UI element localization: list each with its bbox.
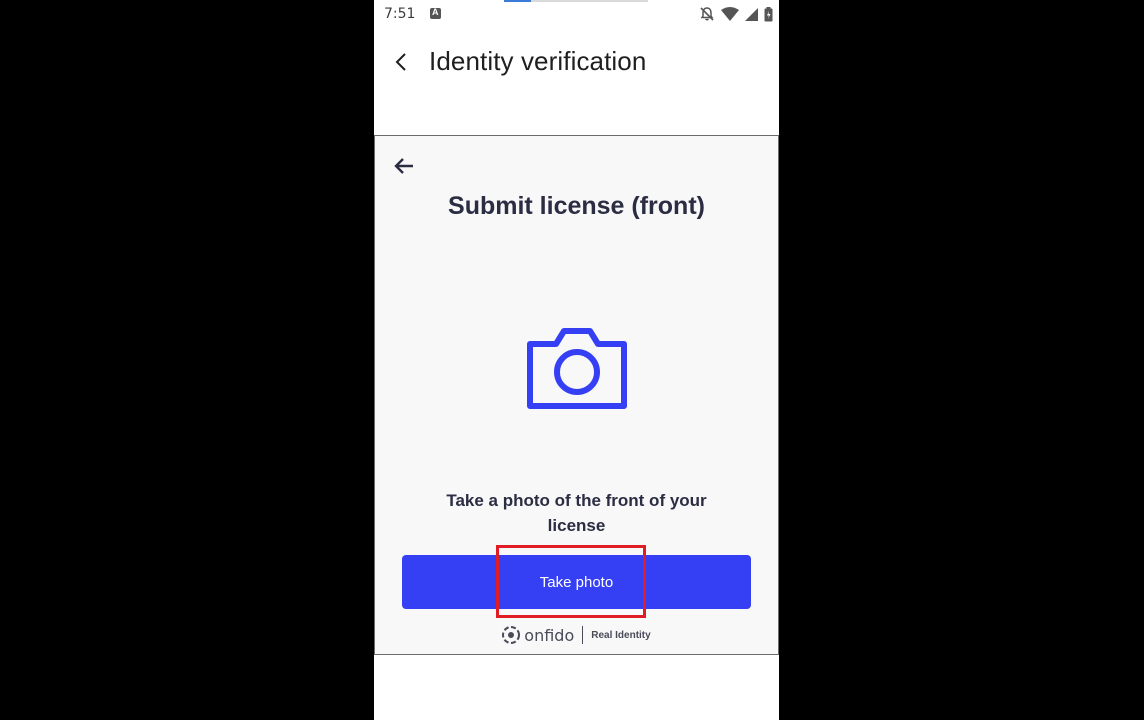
instruction-text: Take a photo of the front of your licens… [446,491,707,535]
wifi-icon [721,7,739,21]
onfido-wordmark: onfido [524,625,575,645]
notifications-off-icon [700,7,714,21]
camera-icon [527,328,627,409]
keyboard-a-icon [430,7,441,19]
page-load-progress-fill [504,0,532,2]
battery-icon [764,6,773,21]
submit-license-heading: Submit license (front) [448,192,705,220]
footer-branding: onfido Real Identity [375,624,778,646]
take-photo-label: Take photo [539,573,614,591]
app-bar: Identity verification [374,28,779,100]
phone-screen: 7:51 Identit [374,0,779,720]
status-time: 7:51 [384,6,416,22]
footer-tagline: Real Identity [591,629,651,641]
arrow-left-icon[interactable] [393,156,415,176]
status-icons [699,5,773,23]
status-bar: 7:51 [374,0,779,28]
take-photo-button[interactable]: Take photo [402,555,751,609]
chevron-left-icon[interactable] [390,50,414,74]
onfido-mark-icon [502,626,521,644]
footer-divider [582,626,584,644]
onfido-logo: onfido [502,626,574,645]
signal-icon [745,7,758,21]
verification-webview: Submit license (front) Take a photo of t… [374,135,779,655]
page-title: Identity verification [429,46,647,76]
page-load-progress [504,0,648,2]
